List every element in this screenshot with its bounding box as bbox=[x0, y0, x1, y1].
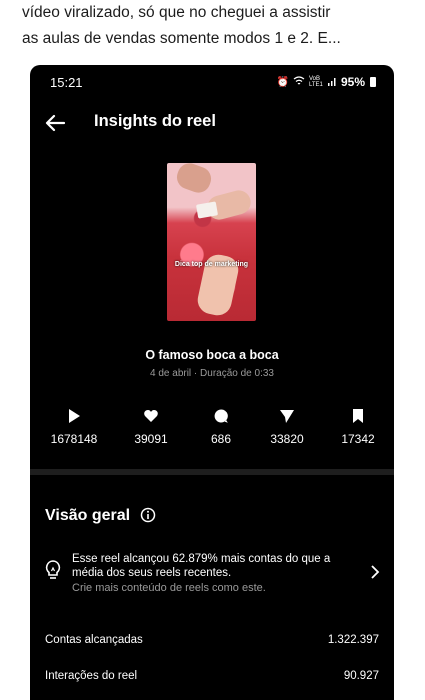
bookmark-icon bbox=[318, 408, 394, 424]
phone-screenshot: 15:21 ⏰ VoB LTE1 95% Insights do reel Di… bbox=[30, 65, 394, 700]
header: Insights do reel bbox=[30, 105, 394, 145]
metric-value: 1.322.397 bbox=[327, 634, 379, 646]
insight-text: Esse reel alcançou 62.879% mais contas d… bbox=[72, 553, 331, 579]
signal-icon bbox=[327, 76, 337, 89]
reel-title: O famoso boca a boca bbox=[145, 348, 279, 362]
reel-meta: 4 de abril · Duração de 0:33 bbox=[150, 368, 274, 379]
metric-label: Contas alcançadas bbox=[45, 634, 143, 646]
stat-likes: 39091 bbox=[111, 408, 191, 446]
status-time: 15:21 bbox=[50, 75, 83, 90]
stat-plays: 1678148 bbox=[34, 408, 114, 446]
stat-value: 1678148 bbox=[50, 432, 98, 446]
status-bar: 15:21 ⏰ VoB LTE1 95% bbox=[30, 65, 394, 99]
battery-percent: 95% bbox=[340, 75, 365, 89]
alarm-icon: ⏰ bbox=[276, 76, 289, 88]
caption-line: vídeo viralizado, só que no cheguei a as… bbox=[22, 4, 331, 21]
lightbulb-icon bbox=[44, 559, 62, 581]
post-caption: vídeo viralizado, só que no cheguei a as… bbox=[22, 0, 412, 52]
overview-title: Visão geral bbox=[45, 507, 131, 524]
stat-value: 33820 bbox=[270, 432, 304, 446]
status-icons: ⏰ VoB LTE1 95% bbox=[277, 75, 376, 89]
thumbnail-hand bbox=[173, 163, 215, 197]
back-arrow-icon[interactable] bbox=[44, 111, 68, 135]
info-icon[interactable] bbox=[140, 507, 156, 523]
share-icon bbox=[247, 408, 327, 424]
reel-thumbnail[interactable]: Dica top de marketing bbox=[167, 163, 256, 321]
play-icon bbox=[34, 408, 114, 424]
network-label: VoB LTE1 bbox=[308, 76, 323, 88]
wifi-icon bbox=[293, 75, 305, 89]
thumbnail-text: Dica top de marketing bbox=[174, 261, 249, 268]
insight-card[interactable]: Esse reel alcançou 62.879% mais contas d… bbox=[30, 549, 394, 601]
insight-subtext: Crie mais conteúdo de reels como este. bbox=[72, 582, 266, 594]
caption-line: as aulas de vendas somente modos 1 e 2. … bbox=[22, 30, 341, 47]
section-divider bbox=[30, 469, 394, 475]
chevron-right-icon bbox=[370, 565, 380, 579]
stat-value: 17342 bbox=[341, 432, 375, 446]
stat-saves: 17342 bbox=[318, 408, 394, 446]
metric-label: Interações do reel bbox=[45, 670, 138, 682]
stat-value: 39091 bbox=[134, 432, 168, 446]
heart-icon bbox=[111, 408, 191, 424]
stat-shares: 33820 bbox=[247, 408, 327, 446]
page-title: Insights do reel bbox=[94, 112, 216, 130]
stats-row: 1678148 39091 686 33820 17342 bbox=[30, 408, 394, 448]
metric-value: 90.927 bbox=[343, 670, 379, 682]
battery-icon bbox=[370, 77, 376, 87]
